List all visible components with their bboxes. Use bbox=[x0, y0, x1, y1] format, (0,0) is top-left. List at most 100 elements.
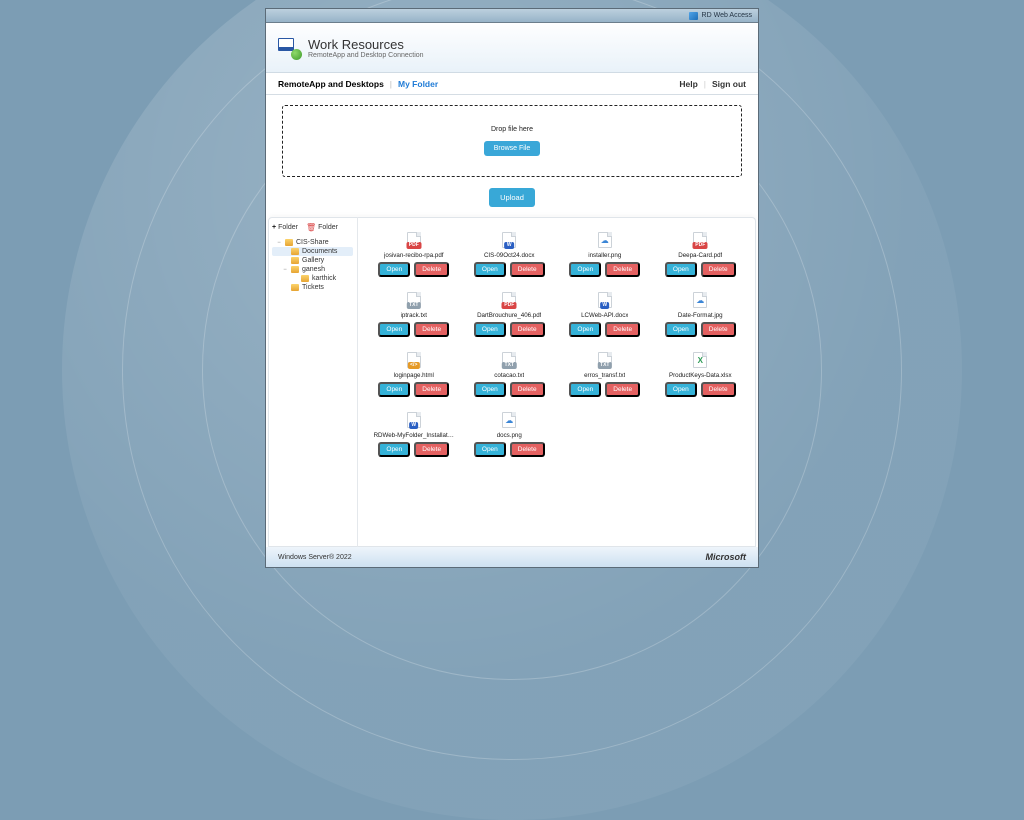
caret-icon: − bbox=[276, 240, 282, 246]
file-dropzone[interactable]: Drop file here Browse File bbox=[282, 105, 742, 177]
open-button[interactable]: Open bbox=[665, 382, 697, 397]
file-icon: ☁ bbox=[502, 410, 516, 428]
file-card: ☁installer.pngOpenDelete bbox=[557, 221, 653, 281]
file-name: Date-Format.jpg bbox=[678, 312, 723, 319]
delete-folder-button[interactable]: 🗑 Folder bbox=[306, 223, 338, 232]
file-card: TXT iptrack.txt Open Delete bbox=[366, 281, 462, 341]
delete-button[interactable]: Delete bbox=[510, 322, 545, 337]
file-card: PDF DartBrouchure_406.pdf Open Delete bbox=[462, 281, 558, 341]
tree-label: Gallery bbox=[302, 257, 324, 264]
open-button[interactable]: Open bbox=[569, 382, 601, 397]
tree-node-cis-share[interactable]: −CIS-Share bbox=[272, 238, 353, 247]
file-card: WRDWeb-MyFolder_Installat…OpenDelete bbox=[366, 401, 462, 461]
file-card: PDF Deepa-Card.pdf Open Delete bbox=[653, 221, 749, 281]
tab-remoteapp[interactable]: RemoteApp and Desktops bbox=[278, 79, 384, 89]
app-window: RD Web Access Work Resources RemoteApp a… bbox=[265, 8, 759, 568]
folder-icon bbox=[291, 284, 299, 291]
open-button[interactable]: Open bbox=[474, 262, 506, 277]
open-button[interactable]: Open bbox=[665, 322, 697, 337]
file-card: ☁ Date-Format.jpg Open Delete bbox=[653, 281, 749, 341]
tree-node-gallery[interactable]: Gallery bbox=[272, 256, 353, 265]
folder-icon bbox=[291, 266, 299, 273]
file-icon: TXT bbox=[598, 350, 612, 368]
add-folder-button[interactable]: + Folder bbox=[272, 223, 298, 232]
rd-web-icon bbox=[689, 12, 698, 20]
file-name: DartBrouchure_406.pdf bbox=[477, 312, 541, 319]
open-button[interactable]: Open bbox=[378, 262, 410, 277]
help-link[interactable]: Help bbox=[679, 79, 697, 89]
page-title: Work Resources bbox=[308, 37, 424, 52]
tree-node-documents[interactable]: Documents bbox=[272, 247, 353, 256]
tree-node-ganesh[interactable]: −ganesh bbox=[272, 265, 353, 274]
open-button[interactable]: Open bbox=[569, 322, 601, 337]
file-name: josivan-recibo-rpa.pdf bbox=[384, 252, 444, 259]
open-button[interactable]: Open bbox=[569, 262, 601, 277]
folder-sidebar: + Folder 🗑 Folder −CIS-ShareDocuments Gal… bbox=[268, 217, 358, 547]
delete-button[interactable]: Delete bbox=[510, 382, 545, 397]
top-tabs: RemoteApp and Desktops | My Folder Help … bbox=[266, 73, 758, 95]
file-name: RDWeb-MyFolder_Installat… bbox=[374, 432, 454, 439]
file-card: </>loginpage.htmlOpenDelete bbox=[366, 341, 462, 401]
page-subtitle: RemoteApp and Desktop Connection bbox=[308, 52, 424, 59]
file-name: erros_transf.txt bbox=[584, 372, 625, 379]
file-card: WLCWeb-API.docxOpenDelete bbox=[557, 281, 653, 341]
file-card: X ProductKeys-Data.xlsx Open Delete bbox=[653, 341, 749, 401]
open-button[interactable]: Open bbox=[378, 442, 410, 457]
upload-button[interactable]: Upload bbox=[489, 188, 535, 207]
browse-file-button[interactable]: Browse File bbox=[484, 141, 541, 156]
delete-button[interactable]: Delete bbox=[414, 322, 449, 337]
tree-label: karthick bbox=[312, 275, 336, 282]
delete-button[interactable]: Delete bbox=[605, 322, 640, 337]
file-grid: PDFjosivan-recibo-rpa.pdfOpenDeleteWCIS-… bbox=[366, 221, 748, 461]
tree-node-karthick[interactable]: karthick bbox=[272, 274, 353, 283]
delete-button[interactable]: Delete bbox=[701, 262, 736, 277]
delete-button[interactable]: Delete bbox=[414, 262, 449, 277]
tree-node-tickets[interactable]: Tickets bbox=[272, 283, 353, 292]
sign-out-link[interactable]: Sign out bbox=[712, 79, 746, 89]
file-name: docs.png bbox=[497, 432, 522, 439]
file-name: cotacao.txt bbox=[494, 372, 524, 379]
open-button[interactable]: Open bbox=[378, 382, 410, 397]
dropzone-label: Drop file here bbox=[491, 126, 533, 133]
open-button[interactable]: Open bbox=[474, 322, 506, 337]
file-card: TXT erros_transf.txt Open Delete bbox=[557, 341, 653, 401]
delete-button[interactable]: Delete bbox=[701, 382, 736, 397]
delete-button[interactable]: Delete bbox=[701, 322, 736, 337]
window-brand: RD Web Access bbox=[702, 12, 752, 19]
delete-button[interactable]: Delete bbox=[414, 382, 449, 397]
delete-button[interactable]: Delete bbox=[414, 442, 449, 457]
folder-icon bbox=[291, 248, 299, 255]
file-name: LCWeb-API.docx bbox=[581, 312, 628, 319]
file-icon: TXT bbox=[502, 350, 516, 368]
delete-button[interactable]: Delete bbox=[510, 262, 545, 277]
file-name: iptrack.txt bbox=[401, 312, 427, 319]
file-icon: ☁ bbox=[693, 290, 707, 308]
content-panel: + Folder 🗑 Folder −CIS-ShareDocuments Gal… bbox=[268, 217, 756, 547]
open-button[interactable]: Open bbox=[665, 262, 697, 277]
page-footer: Windows Server® 2022 Microsoft bbox=[266, 547, 758, 567]
file-icon: </> bbox=[407, 350, 421, 368]
folder-tree: −CIS-ShareDocuments Gallery−ganeshkarthic… bbox=[272, 238, 353, 292]
file-icon: PDF bbox=[407, 230, 421, 248]
file-icon: X bbox=[693, 350, 707, 368]
tab-my-folder[interactable]: My Folder bbox=[398, 79, 438, 89]
file-icon: W bbox=[502, 230, 516, 248]
file-icon: TXT bbox=[407, 290, 421, 308]
file-icon: PDF bbox=[693, 230, 707, 248]
file-icon: PDF bbox=[502, 290, 516, 308]
delete-button[interactable]: Delete bbox=[605, 262, 640, 277]
plus-icon: + bbox=[272, 224, 276, 231]
footer-server: Windows Server® 2022 bbox=[278, 554, 352, 561]
open-button[interactable]: Open bbox=[474, 382, 506, 397]
file-name: ProductKeys-Data.xlsx bbox=[669, 372, 732, 379]
delete-button[interactable]: Delete bbox=[510, 442, 545, 457]
file-name: installer.png bbox=[588, 252, 621, 259]
file-name: Deepa-Card.pdf bbox=[678, 252, 722, 259]
file-card: TXT cotacao.txt Open Delete bbox=[462, 341, 558, 401]
file-card: ☁ docs.png Open Delete bbox=[462, 401, 558, 461]
tree-label: Documents bbox=[302, 248, 337, 255]
file-card: PDF josivan-recibo-rpa.pdf Open Delete bbox=[366, 221, 462, 281]
open-button[interactable]: Open bbox=[474, 442, 506, 457]
open-button[interactable]: Open bbox=[378, 322, 410, 337]
delete-button[interactable]: Delete bbox=[605, 382, 640, 397]
